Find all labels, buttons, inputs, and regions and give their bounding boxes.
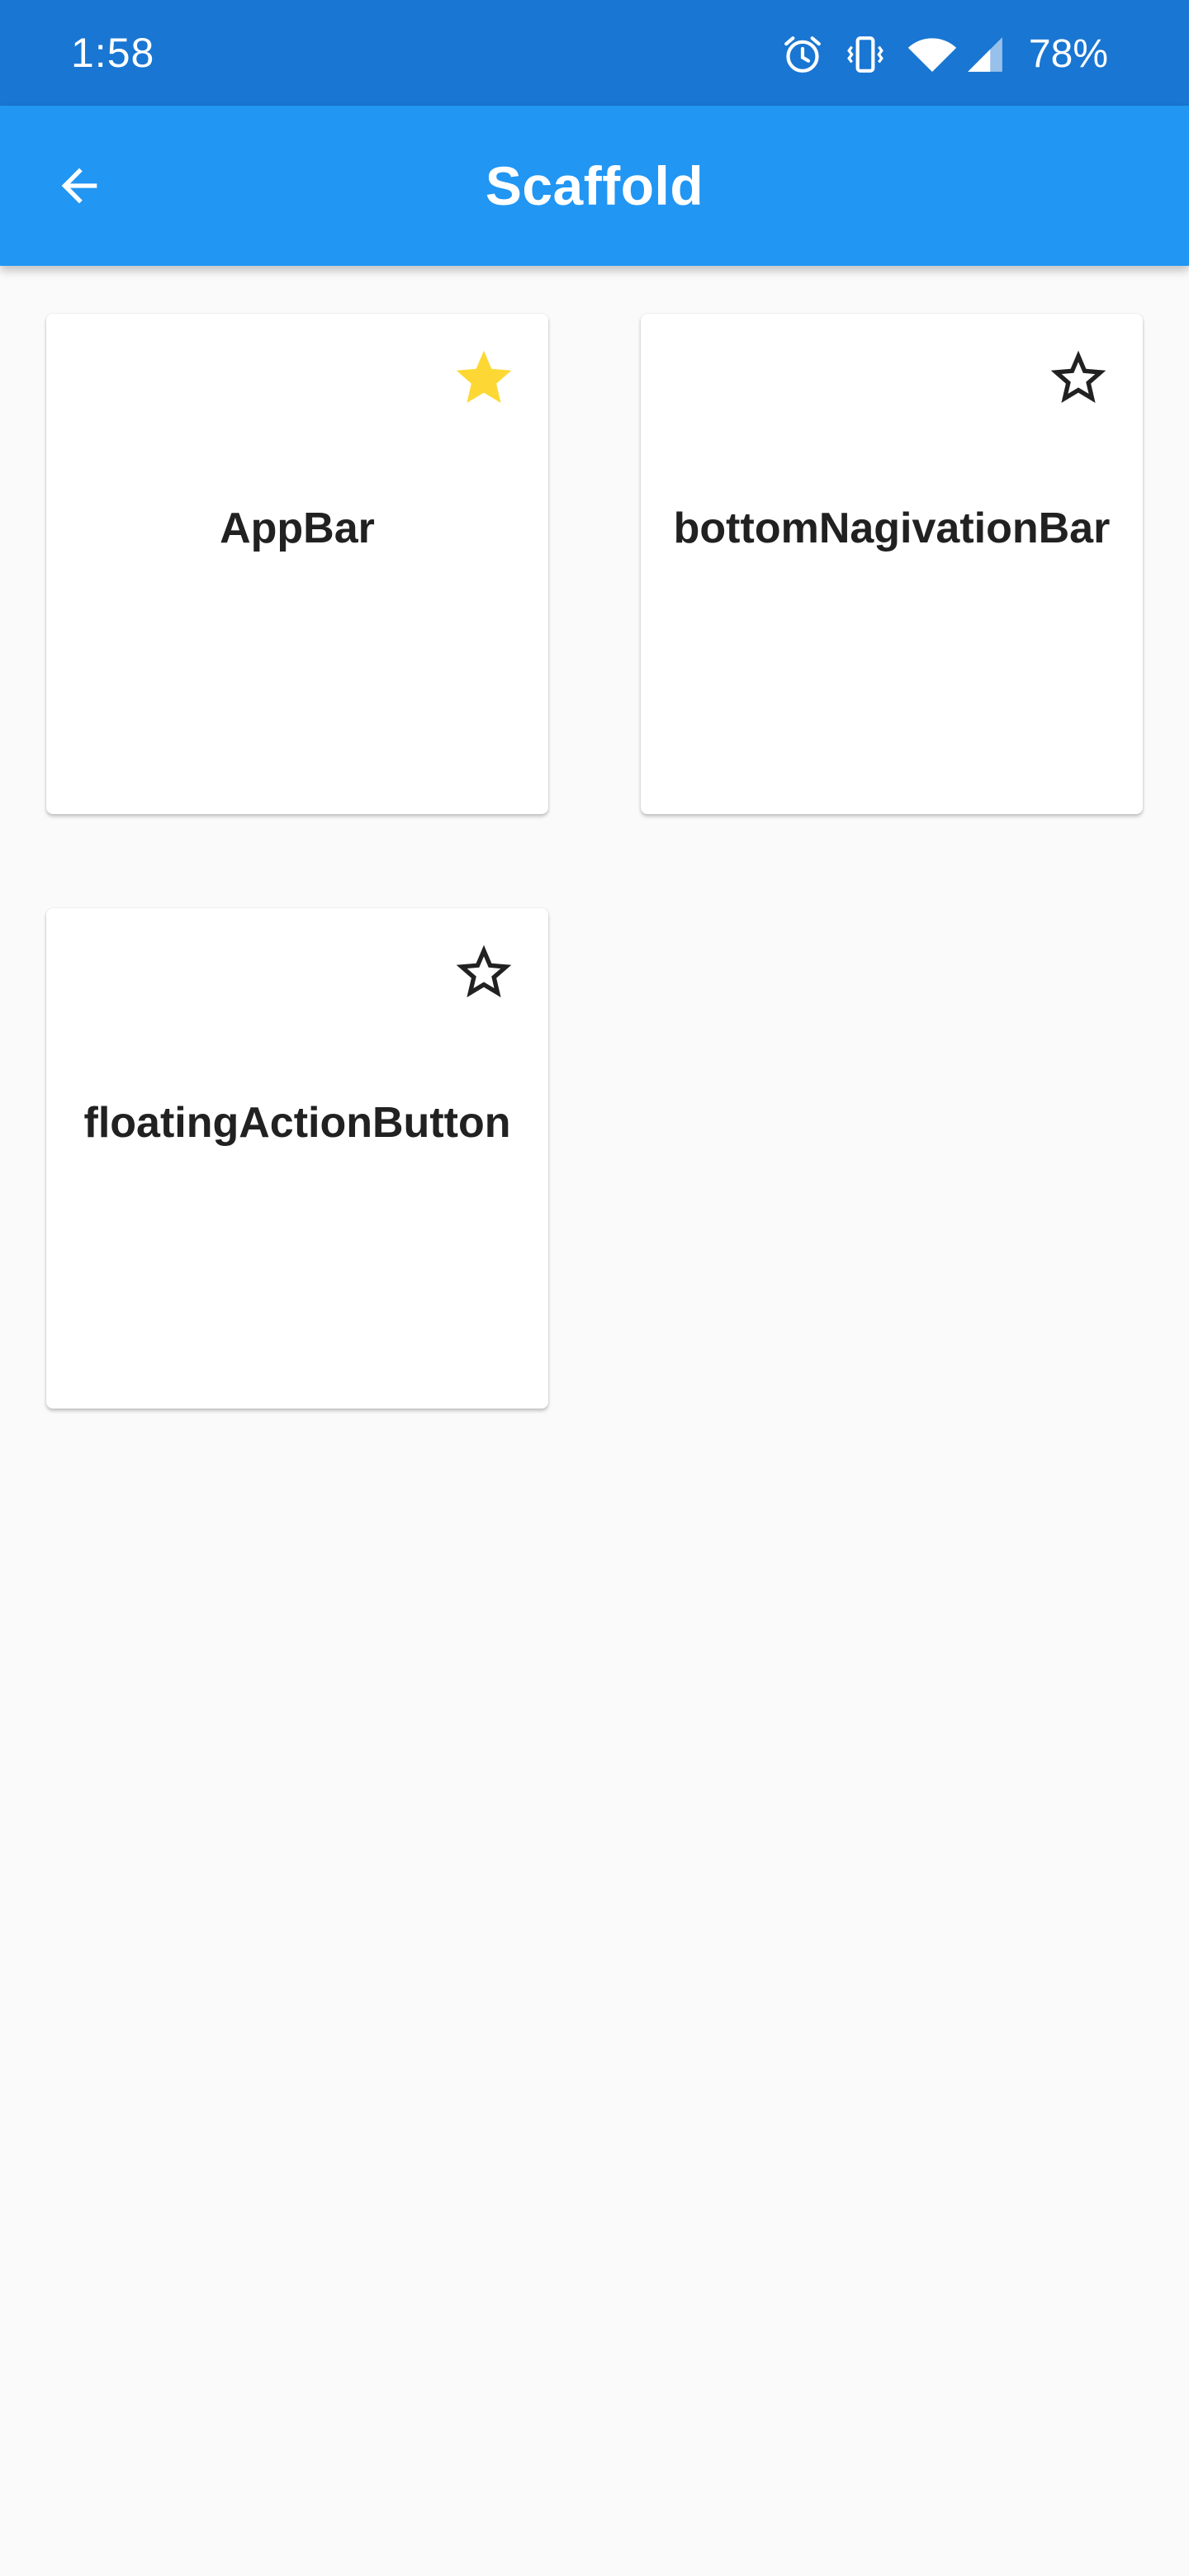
star-filled-icon [456,350,512,403]
favorite-button[interactable] [451,345,517,411]
battery-level: 78% [1028,32,1108,76]
signal-icon [968,37,1002,72]
card-label: floatingActionButton [83,1099,511,1147]
star-outline-icon [1050,350,1106,403]
back-button[interactable] [40,146,119,225]
card-label: AppBar [220,504,375,552]
wifi-icon [907,38,957,72]
favorite-button[interactable] [1045,345,1111,411]
card-appbar[interactable]: AppBar [46,314,548,814]
card-bottom-navigation-bar[interactable]: bottomNagivationBar [641,314,1143,814]
vibrate-icon [847,36,883,73]
favorite-button[interactable] [451,940,517,1006]
card-floating-action-button[interactable]: floatingActionButton [46,908,548,1409]
alarm-icon [784,36,821,73]
page-title: Scaffold [485,155,704,216]
star-outline-icon [456,945,512,997]
app-bar: Scaffold [0,106,1189,266]
card-label: bottomNagivationBar [673,504,1111,552]
status-time: 1:58 [71,30,155,76]
status-bar: 1:58 78% [0,0,1189,106]
status-icons: 78% [779,28,1108,81]
arrow-back-icon [61,168,97,204]
